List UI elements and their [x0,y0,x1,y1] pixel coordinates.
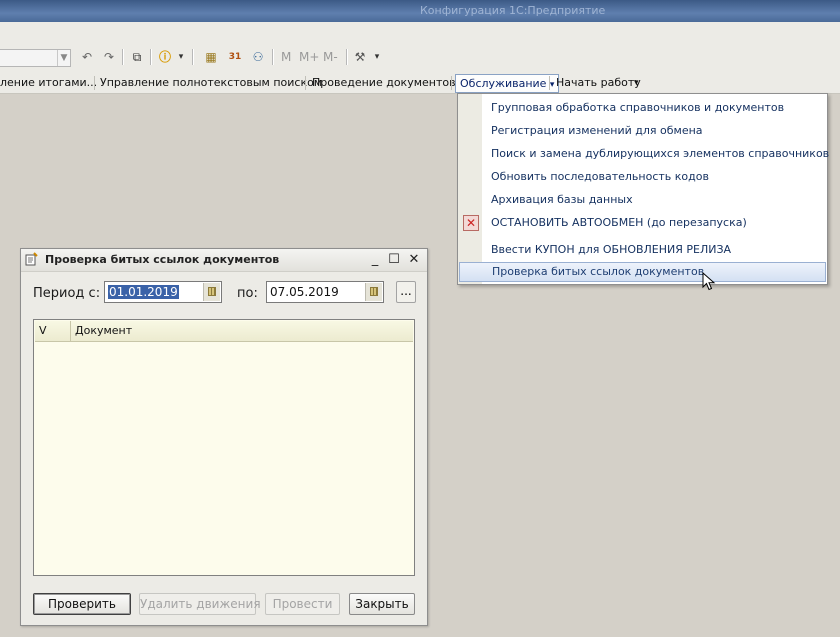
maximize-icon[interactable]: ☐ [385,251,403,268]
menu-item-archive-db[interactable]: Архивация базы данных [459,188,826,210]
panel-item-service-label: Обслуживание [460,77,547,90]
chevron-down-icon[interactable]: ▾ [634,78,639,88]
main-toolbar: ▼ ↶ ↷ ⧉ ⓘ ▾ ▦ 31 ⚇ M M+ M- ⚒ ▾ [0,22,840,72]
functions-panel: ление итогами... Управление полнотекстов… [0,72,840,94]
redo-icon[interactable]: ↷ [100,48,118,66]
panel-item-start-work[interactable]: Начать работу [556,76,641,89]
chevron-down-icon: ▾ [549,80,555,90]
dialog-title: Проверка битых ссылок документов [45,253,280,266]
menu-item-label: Архивация базы данных [491,193,633,206]
column-header-v[interactable]: V [39,324,47,337]
panel-item-totals[interactable]: ление итогами... [0,76,97,89]
period-from-label: Период с: [33,286,101,301]
period-select-button[interactable]: ... [396,281,416,303]
app-titlebar: Конфигурация 1С:Предприятие [0,0,840,22]
menu-item-group-processing[interactable]: Групповая обработка справочников и докум… [459,96,826,118]
table-header: V Документ [35,321,413,342]
toolbar-separator [346,49,348,65]
delete-movements-button[interactable]: Удалить движения [139,593,261,615]
panel-separator [94,76,95,90]
close-button[interactable]: Закрыть [349,593,415,615]
panel-separator [451,76,452,90]
column-header-document[interactable]: Документ [75,324,132,337]
column-separator [70,321,71,341]
toolbar-combo[interactable]: ▼ [0,49,71,67]
chevron-down-icon[interactable]: ▼ [57,50,70,66]
memory-add-button[interactable]: M+ [299,50,319,64]
panel-item-service[interactable]: Обслуживание ▾ [455,74,560,93]
mouse-cursor-icon [702,272,716,291]
windows-icon[interactable]: ⧉ [128,48,146,66]
minimize-icon[interactable]: _ [366,251,384,268]
post-button[interactable]: Провести [265,593,340,615]
toolbar-separator [272,49,274,65]
close-icon[interactable]: ✕ [405,251,423,268]
panel-item-posting[interactable]: Проведение документов... [312,76,466,89]
toolbar-separator [122,49,124,65]
panel-separator [549,76,550,90]
menu-item-label: Поиск и замена дублирующихся элементов с… [491,147,830,160]
toolbar-separator [192,49,194,65]
menu-item-stop-autoexchange[interactable]: ✕ ОСТАНОВИТЬ АВТООБМЕН (до перезапуска) [459,211,826,233]
toolbar-separator [150,49,152,65]
check-button[interactable]: Проверить [33,593,131,615]
undo-icon[interactable]: ↶ [78,48,96,66]
menu-item-label: Проверка битых ссылок документов [492,265,705,278]
menu-item-label: Ввести КУПОН для ОБНОВЛЕНИЯ РЕЛИЗА [491,243,732,256]
calculator-icon[interactable]: ▦ [202,48,220,66]
date-to-field[interactable]: 07.05.2019 [266,281,384,303]
tools-icon[interactable]: ⚒ [351,48,369,66]
menu-item-exchange-registration[interactable]: Регистрация изменений для обмена [459,119,826,141]
processing-icon [25,252,38,266]
tools-dropdown-icon[interactable]: ▾ [368,48,386,66]
stop-icon: ✕ [463,215,479,231]
service-dropdown-menu: Групповая обработка справочников и докум… [457,93,830,285]
app-title: Конфигурация 1С:Предприятие [420,4,606,17]
calendar-icon[interactable] [365,283,382,301]
menu-item-label: Обновить последовательность кодов [491,170,709,183]
calendar-icon[interactable] [203,283,220,301]
menu-item-update-codes[interactable]: Обновить последовательность кодов [459,165,826,187]
calendar-icon[interactable]: 31 [226,48,244,66]
menu-item-label: Групповая обработка справочников и докум… [491,101,785,114]
users-icon[interactable]: ⚇ [249,48,267,66]
panel-item-fulltext-search[interactable]: Управление полнотекстовым поиском [100,76,322,89]
menu-item-label: ОСТАНОВИТЬ АВТООБМЕН (до перезапуска) [491,216,747,229]
period-to-label: по: [237,286,258,301]
broken-links-dialog: Проверка битых ссылок документов _ ☐ ✕ П… [20,248,428,626]
info-dropdown-icon[interactable]: ▾ [172,48,190,66]
panel-separator [305,76,306,90]
menu-item-check-broken-links[interactable]: Проверка битых ссылок документов [459,262,826,282]
menu-item-label: Регистрация изменений для обмена [491,124,703,137]
date-from-value: 01.01.2019 [108,285,179,299]
memory-button[interactable]: M [281,50,291,64]
date-to-value: 07.05.2019 [270,285,339,299]
dialog-titlebar[interactable]: Проверка битых ссылок документов _ ☐ ✕ [21,249,427,272]
date-from-field[interactable]: 01.01.2019 [104,281,222,303]
menu-item-find-duplicates[interactable]: Поиск и замена дублирующихся элементов с… [459,142,830,164]
menu-item-enter-coupon[interactable]: Ввести КУПОН для ОБНОВЛЕНИЯ РЕЛИЗА [459,238,826,260]
documents-table[interactable]: V Документ [33,319,415,576]
memory-subtract-button[interactable]: M- [323,50,338,64]
